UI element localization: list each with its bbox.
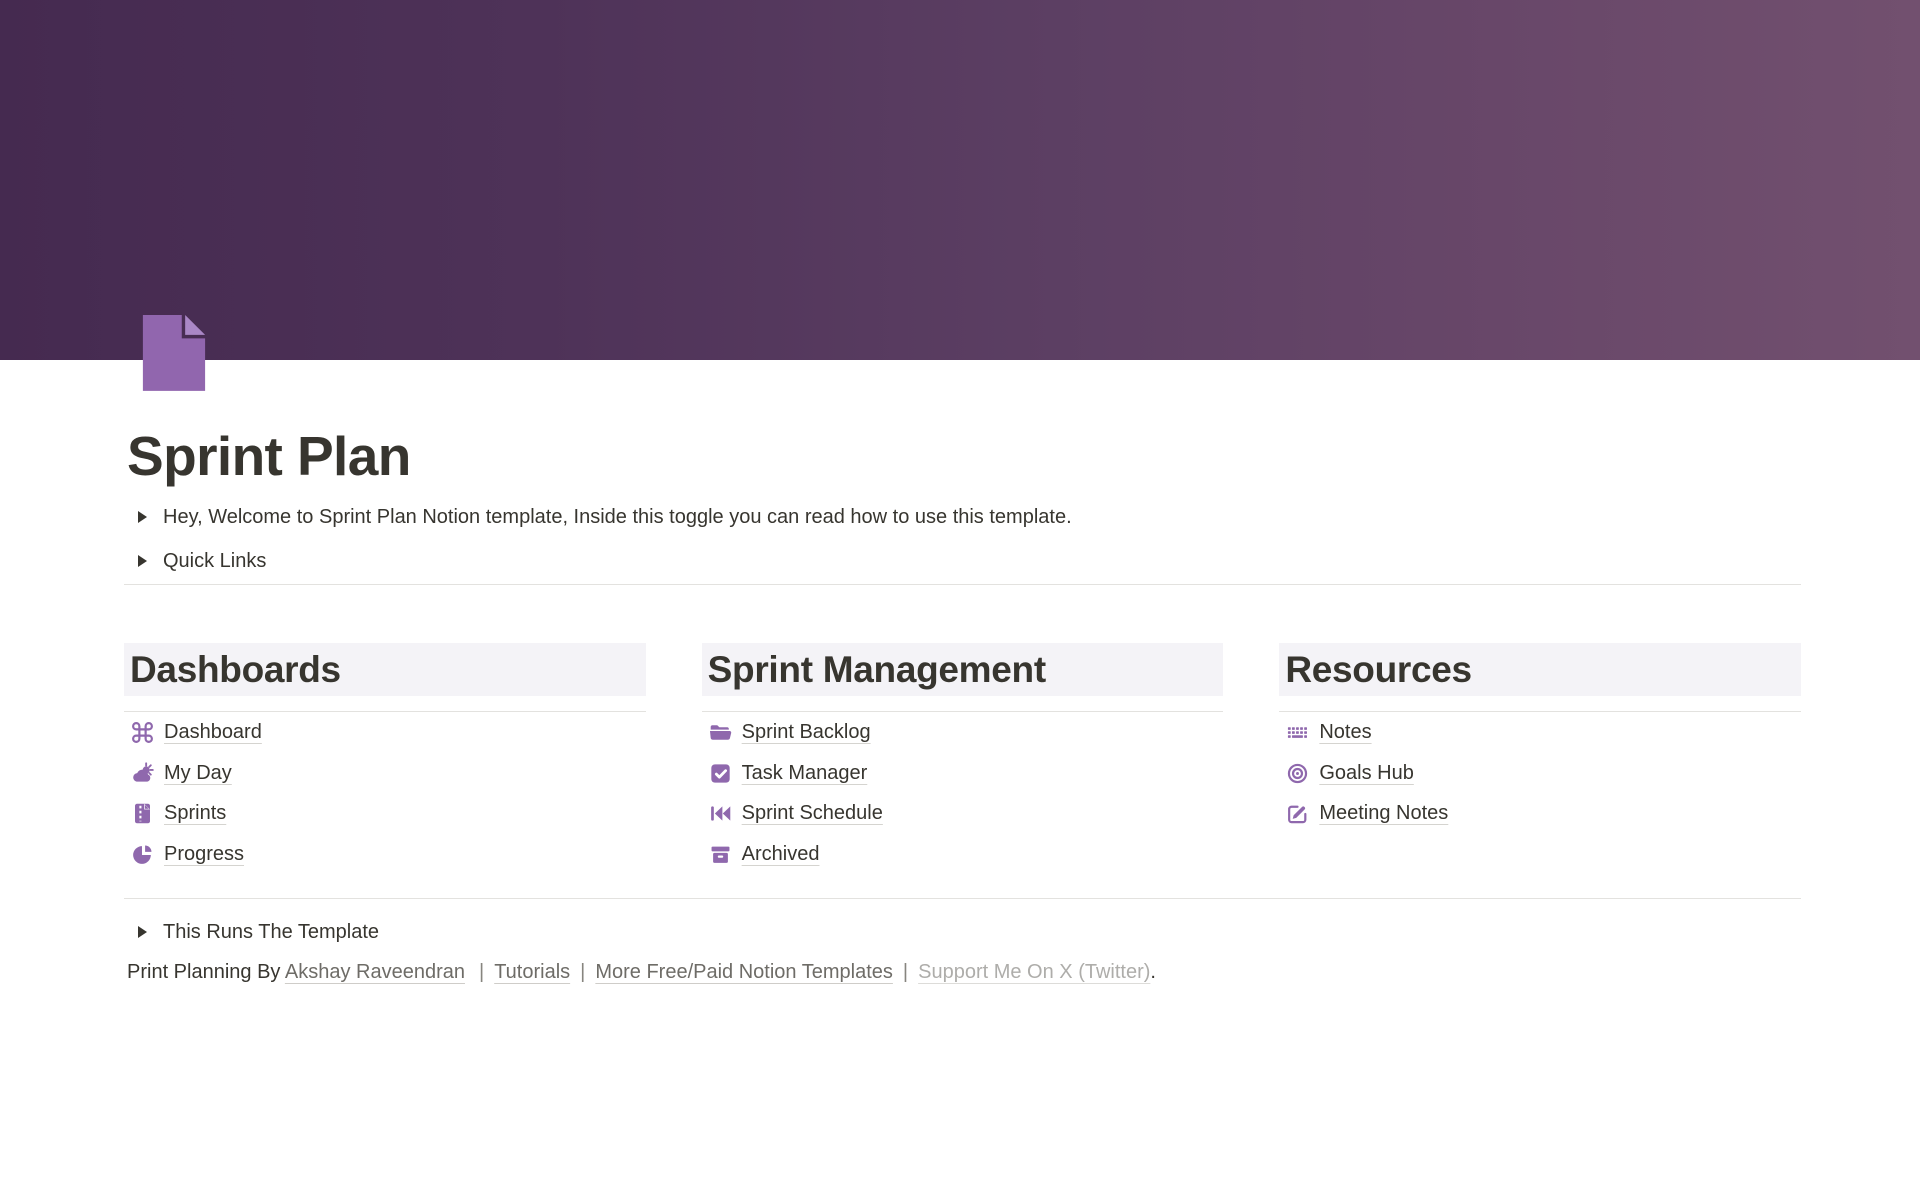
link-meeting-notes[interactable]: Meeting Notes (1279, 793, 1801, 834)
link-progress[interactable]: Progress (124, 834, 646, 875)
toggle-quick-links[interactable]: Quick Links (124, 544, 1801, 578)
compose-icon (1285, 801, 1310, 826)
toggle-quick-links-label: Quick Links (163, 550, 266, 573)
toggle-welcome-label: Hey, Welcome to Sprint Plan Notion templ… (163, 506, 1072, 529)
archive-box-icon (708, 842, 733, 867)
toggle-triangle-icon[interactable] (130, 505, 154, 529)
link-label: Sprints (164, 802, 226, 825)
item-list: Sprint Backlog Task Manager (702, 712, 1224, 874)
credit-separator: | (903, 961, 908, 983)
notion-page: Sprint Plan Hey, Welcome to Sprint Plan … (0, 0, 1920, 1199)
link-label: Notes (1319, 721, 1371, 744)
open-folder-icon (708, 720, 733, 745)
link-support-x-twitter[interactable]: Support Me On X (Twitter) (918, 961, 1150, 983)
document-zip-icon (130, 801, 155, 826)
credit-prefix: Print Planning By (127, 961, 280, 983)
toggle-welcome[interactable]: Hey, Welcome to Sprint Plan Notion templ… (124, 500, 1801, 534)
link-tutorials[interactable]: Tutorials (494, 961, 570, 983)
column-header-dashboards: Dashboards (124, 643, 646, 696)
column-header-sprint-management: Sprint Management (702, 643, 1224, 696)
command-icon (130, 720, 155, 745)
divider (124, 898, 1801, 899)
page-cover (0, 0, 1920, 360)
link-sprint-backlog[interactable]: Sprint Backlog (702, 712, 1224, 753)
link-more-templates[interactable]: More Free/Paid Notion Templates (595, 961, 893, 983)
credit-suffix: . (1150, 961, 1156, 983)
link-columns: Dashboards Dashboard (124, 643, 1801, 874)
link-label: My Day (164, 762, 232, 785)
column-resources: Resources Notes (1279, 643, 1801, 874)
credit-line: Print Planning By Akshay Raveendran | Tuto… (124, 958, 1801, 986)
toggle-list: Hey, Welcome to Sprint Plan Notion templ… (124, 500, 1801, 578)
sun-cloud-icon (130, 761, 155, 786)
column-dashboards: Dashboards Dashboard (124, 643, 646, 874)
link-goals-hub[interactable]: Goals Hub (1279, 753, 1801, 794)
item-list: Notes Goals Hub (1279, 712, 1801, 834)
keyboard-icon (1285, 720, 1310, 745)
credit-separator: | (580, 961, 585, 983)
link-dashboard[interactable]: Dashboard (124, 712, 646, 753)
toggle-triangle-icon[interactable] (130, 549, 154, 573)
link-label: Task Manager (742, 762, 868, 785)
link-notes[interactable]: Notes (1279, 712, 1801, 753)
column-title: Dashboards (130, 649, 341, 691)
column-title: Resources (1285, 649, 1472, 691)
item-list: Dashboard My Day (124, 712, 646, 874)
checkbox-checked-icon (708, 761, 733, 786)
link-label: Sprint Backlog (742, 721, 871, 744)
link-label: Archived (742, 843, 820, 866)
target-icon (1285, 761, 1310, 786)
column-title: Sprint Management (708, 649, 1046, 691)
column-header-resources: Resources (1279, 643, 1801, 696)
link-akshay-raveendran[interactable]: Akshay Raveendran (285, 961, 465, 983)
page-title: Sprint Plan (127, 425, 1801, 488)
link-my-day[interactable]: My Day (124, 753, 646, 794)
link-task-manager[interactable]: Task Manager (702, 753, 1224, 794)
link-label: Goals Hub (1319, 762, 1414, 785)
link-archived[interactable]: Archived (702, 834, 1224, 875)
rewind-icon (708, 801, 733, 826)
pie-chart-icon (130, 842, 155, 867)
link-label: Dashboard (164, 721, 262, 744)
column-sprint-management: Sprint Management Sprint Backlog (702, 643, 1224, 874)
toggle-runs-template-label: This Runs The Template (163, 921, 379, 944)
link-label: Sprint Schedule (742, 802, 883, 825)
toggle-triangle-icon[interactable] (130, 920, 154, 944)
link-label: Meeting Notes (1319, 802, 1448, 825)
credit-separator: | (479, 961, 484, 983)
page-content: Sprint Plan Hey, Welcome to Sprint Plan … (0, 360, 1920, 986)
link-sprint-schedule[interactable]: Sprint Schedule (702, 793, 1224, 834)
toggle-runs-template[interactable]: This Runs The Template (124, 915, 1801, 949)
divider (124, 584, 1801, 585)
link-sprints[interactable]: Sprints (124, 793, 646, 834)
link-label: Progress (164, 843, 244, 866)
